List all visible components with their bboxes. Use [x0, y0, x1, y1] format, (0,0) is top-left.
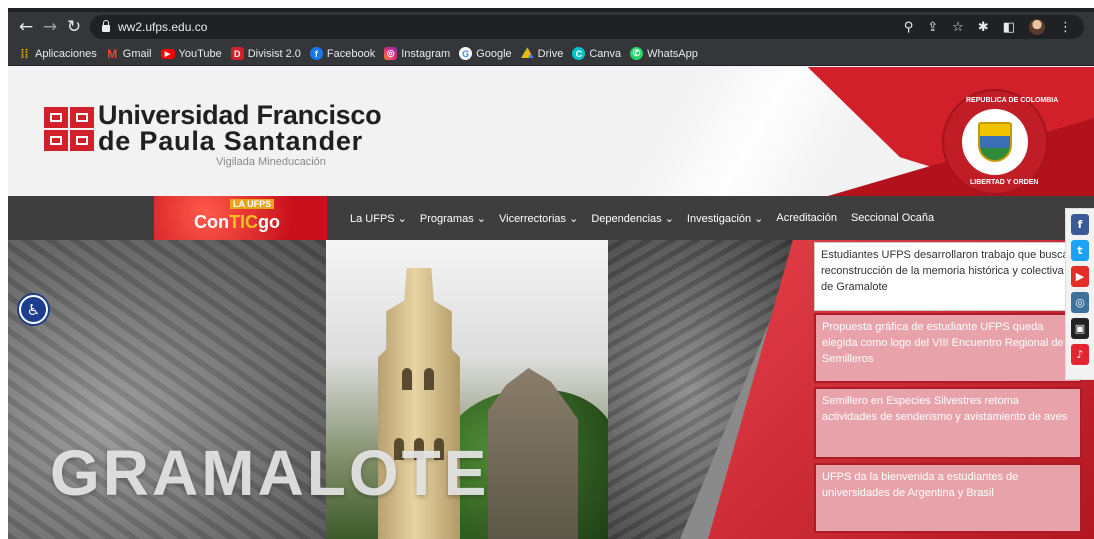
facebook-icon: f [309, 47, 323, 60]
bookmark-gmail[interactable]: M Gmail [106, 46, 152, 61]
menu-icon[interactable]: ⋮ [1059, 20, 1072, 35]
news-item[interactable]: UFPS da la bienvenida a estudiantes de u… [814, 463, 1082, 533]
bookmark-label: Facebook [326, 47, 376, 60]
contigo-banner[interactable]: LA UFPS ConTICgo [154, 196, 327, 240]
profile-avatar-icon[interactable] [1029, 19, 1045, 35]
bookmark-facebook[interactable]: f Facebook [309, 47, 376, 60]
bookmark-google[interactable]: G Google [459, 47, 512, 60]
news-item-text: UFPS da la bienvenida a estudiantes de u… [822, 471, 1019, 499]
google-icon: G [459, 47, 473, 60]
divisist-icon: D [230, 47, 244, 60]
bookmark-label: Canva [589, 47, 622, 60]
canva-icon: C [572, 47, 586, 60]
bookmark-canva[interactable]: C Canva [572, 47, 621, 60]
news-item-text: Propuesta gráfica de estudiante UFPS que… [822, 321, 1064, 365]
news-item[interactable]: Semillero en Especies Silvestres retoma … [814, 387, 1082, 459]
gmail-icon: M [107, 46, 118, 61]
hero-title: GRAMALOTE [50, 437, 490, 509]
main-nav: LA UFPS ConTICgo La UFPS ⌄ Programas ⌄ V… [8, 196, 1094, 240]
seal-text-top: REPUBLICA DE COLOMBIA [966, 97, 1059, 104]
vigilada-tagline: Vigilada Mineducación [216, 156, 326, 168]
twitter-icon[interactable]: t [1071, 240, 1089, 261]
radio-icon[interactable]: ▣ [1071, 318, 1089, 339]
browser-window: ← → ↻ ww2.ufps.edu.co ⚲ ⇪ ☆ ✱ ◧ ⋮ ⁞⁞ Apl… [8, 8, 1094, 539]
colombia-seal-icon: REPUBLICA DE COLOMBIA LIBERTAD Y ORDEN [944, 91, 1058, 193]
bookmark-label: Gmail [122, 47, 152, 60]
instagram-icon[interactable]: ◎ [1071, 292, 1089, 313]
reload-icon[interactable]: ↻ [62, 15, 86, 39]
contigo-text: ConTICgo [194, 212, 280, 233]
bookmark-label: Instagram [401, 47, 451, 60]
drive-icon [520, 47, 534, 59]
instagram-icon: ◎ [384, 47, 398, 60]
back-icon[interactable]: ← [14, 15, 38, 39]
youtube-icon: ▶ [160, 48, 175, 59]
lock-icon [102, 20, 110, 32]
share-icon[interactable]: ⇪ [927, 20, 938, 35]
coat-of-arms-icon [978, 122, 1012, 162]
bookmark-whatsapp[interactable]: ✆ WhatsApp [630, 47, 698, 60]
bookmark-youtube[interactable]: ▶ YouTube [160, 47, 222, 60]
url-text[interactable]: ww2.ufps.edu.co [118, 20, 207, 34]
nav-item-acreditacion[interactable]: Acreditación [776, 212, 837, 224]
news-item[interactable]: Estudiantes UFPS desarrollaron trabajo q… [814, 242, 1082, 311]
bookmark-divisist[interactable]: D Divisist 2.0 [230, 47, 301, 60]
news-item[interactable]: Propuesta gráfica de estudiante UFPS que… [814, 313, 1082, 383]
social-sidebar: f t ▶ ◎ ▣ ♪ [1065, 208, 1094, 380]
bookmark-drive[interactable]: Drive [520, 47, 564, 60]
contigo-pre: Con [194, 212, 229, 232]
whatsapp-icon: ✆ [630, 47, 644, 60]
bookmark-label: Drive [537, 47, 564, 60]
nav-item-vicerrectorias[interactable]: Vicerrectorias ⌄ [499, 212, 578, 225]
bookmarks-bar: ⁞⁞ Aplicaciones M Gmail ▶ YouTube D Divi… [8, 42, 1094, 66]
address-bar[interactable]: ww2.ufps.edu.co ⚲ ⇪ ☆ ✱ ◧ ⋮ [90, 15, 1084, 39]
star-icon[interactable]: ☆ [952, 20, 964, 35]
forward-icon[interactable]: → [38, 15, 62, 39]
accessibility-icon[interactable]: ♿ [19, 295, 48, 324]
sidepanel-icon[interactable]: ◧ [1003, 20, 1015, 35]
bookmark-label: Aplicaciones [35, 47, 97, 60]
site-header: Universidad Francisco de Paula Santander… [8, 67, 1094, 196]
nav-item-investigacion[interactable]: Investigación ⌄ [687, 212, 763, 225]
nav-item-programas[interactable]: Programas ⌄ [420, 212, 486, 225]
bookmark-label: WhatsApp [647, 47, 698, 60]
ufps-logo-icon[interactable] [44, 107, 94, 151]
facebook-icon[interactable]: f [1071, 214, 1089, 235]
hero-slider[interactable]: GRAMALOTE Estudiantes UFPS desarrollaron… [8, 240, 1094, 539]
nav-item-dependencias[interactable]: Dependencias ⌄ [591, 212, 674, 225]
bookmark-label: YouTube [178, 47, 222, 60]
nav-menu: La UFPS ⌄ Programas ⌄ Vicerrectorias ⌄ D… [350, 196, 948, 240]
nav-item-seccional-ocana[interactable]: Seccional Ocaña [851, 212, 934, 224]
youtube-icon[interactable]: ▶ [1071, 266, 1089, 287]
bookmark-apps[interactable]: ⁞⁞ Aplicaciones [18, 46, 97, 61]
news-item-text: Semillero en Especies Silvestres retoma … [822, 395, 1068, 423]
bookmark-label: Google [476, 47, 512, 60]
nav-item-la-ufps[interactable]: La UFPS ⌄ [350, 212, 407, 225]
university-name-line2[interactable]: de Paula Santander [98, 126, 363, 157]
bookmark-instagram[interactable]: ◎ Instagram [384, 47, 450, 60]
browser-toolbar: ← → ↻ ww2.ufps.edu.co ⚲ ⇪ ☆ ✱ ◧ ⋮ [8, 12, 1094, 42]
zoom-icon[interactable]: ⚲ [904, 20, 914, 35]
contigo-tag: LA UFPS [230, 199, 275, 209]
news-item-text: Estudiantes UFPS desarrollaron trabajo q… [821, 249, 1069, 293]
contigo-post: go [258, 212, 280, 232]
extensions-icon[interactable]: ✱ [978, 20, 989, 35]
tiktok-icon[interactable]: ♪ [1071, 344, 1089, 365]
contigo-tic: TIC [229, 212, 258, 232]
bookmark-label: Divisist 2.0 [247, 47, 301, 60]
apps-grid-icon: ⁞⁞ [20, 46, 29, 61]
website-viewport: Universidad Francisco de Paula Santander… [8, 67, 1094, 539]
seal-text-bottom: LIBERTAD Y ORDEN [970, 179, 1039, 186]
